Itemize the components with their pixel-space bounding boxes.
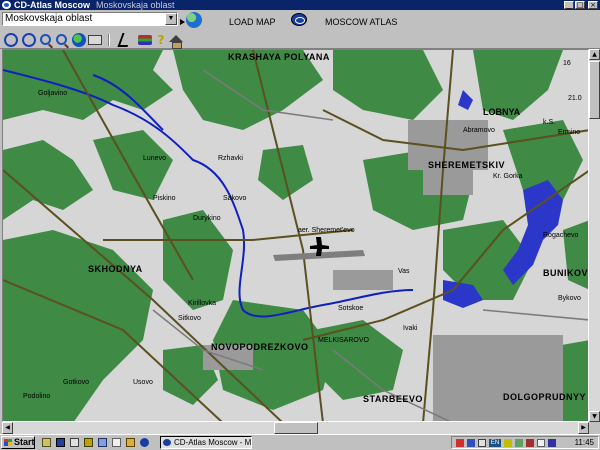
label-gotkovo: Gotkovo [63,379,89,386]
windows-flag-icon [4,439,12,446]
moscow-atlas-button[interactable]: MOSCOW ATLAS [325,17,397,27]
load-map-globe-icon[interactable] [180,12,202,28]
minimize-button[interactable]: _ [564,1,574,9]
label-starbeevo: STARBEEVO [363,394,423,404]
map-view[interactable]: KRASHAYA POLYANA LOBNYA SHEREMETSKIV SKH… [2,49,589,422]
label-rogachevo: Rogachevo [543,232,579,239]
tray-window-icon[interactable] [478,439,486,447]
layers-icon[interactable] [138,35,152,45]
label-novopodrezkovo: NOVOPODREZKOVO [211,342,309,352]
label-rzhavki: Rzhavki [218,155,243,162]
scroll-left-button[interactable]: ◀ [2,422,13,434]
label-ks: k.S. [543,119,555,126]
toolbar-separator [108,34,110,46]
label-vaskino: Vas [398,268,410,275]
moscow-atlas-logo-icon[interactable] [291,13,307,26]
label-kirilovka: Kirillovka [188,300,216,307]
toolbar: ? [0,32,600,49]
label-sitkovka: Sitkovo [178,315,201,322]
tray-printer-icon[interactable] [537,439,545,447]
label-lunevo: Lunevo [143,155,166,162]
back-icon[interactable] [4,33,18,47]
quicklaunch-atlas-icon[interactable] [140,438,149,447]
help-icon[interactable]: ? [154,33,168,47]
window-subtitle: Moskovskaja oblast [96,0,175,10]
close-button[interactable]: × [588,1,598,9]
system-tray: EN 11:45 [451,436,599,449]
label-usovo: Usovo [133,379,153,386]
taskbar-window-label: CD-Atlas Moscow - M... [174,438,252,447]
tray-utility-icon[interactable] [548,439,556,447]
label-podolino: Podolino [23,393,50,400]
measure-icon[interactable] [117,33,133,47]
quicklaunch-window-icon[interactable] [98,438,107,447]
start-label: Start [14,437,35,447]
tray-language-indicator[interactable]: EN [489,439,501,447]
label-sotskoe: Sotskoe [338,305,363,312]
label-ermino: Ermino [558,129,580,136]
label-abramovo: Abramovo [463,127,495,134]
label-bunikovo: BUNIKOVO [543,268,589,278]
horizontal-scroll-thumb[interactable] [274,422,318,434]
taskbar: Start CD-Atlas Moscow - M... EN 11:45 [0,434,600,450]
quicklaunch-folder-icon[interactable] [42,438,51,447]
globe-icon[interactable] [72,33,86,47]
map-canvas[interactable]: KRASHAYA POLYANA LOBNYA SHEREMETSKIV SKH… [3,50,589,422]
quicklaunch-save-icon[interactable] [56,438,65,447]
home-icon[interactable] [169,35,183,49]
start-button[interactable]: Start [1,436,35,449]
label-dolgoprudny: DOLGOPRUDNYY [503,392,586,402]
app-icon [2,1,11,9]
tray-antivirus-icon[interactable] [526,439,534,447]
forward-icon[interactable] [22,33,36,47]
zoom-in-icon[interactable] [40,34,51,45]
label-krasnaya-polyana: KRASHAYA POLYANA [228,52,330,62]
label-bykovo: Bykovo [558,295,581,302]
label-sakovo: Sakovo [223,195,246,202]
label-sheremetskiv: SHEREMETSKIV [428,160,505,170]
scroll-down-button[interactable]: ▼ [589,411,600,422]
horizontal-scrollbar[interactable]: ◀ ▶ [2,422,589,434]
label-goljavino: Goljavino [38,90,67,97]
window-title: CD-Atlas Moscow [14,0,91,10]
scroll-right-button[interactable]: ▶ [578,422,589,434]
tray-volume-icon[interactable] [504,439,512,447]
region-select[interactable]: Moskovskaja oblast ▼ [2,12,178,26]
clock: 11:45 [574,438,594,447]
label-kr-gora: Kr. Gorka [493,173,523,180]
region-select-value: Moskovskaja oblast [5,13,93,24]
top-row: Moskovskaja oblast ▼ LOAD MAP MOSCOW ATL… [0,10,600,32]
atlas-task-icon [163,439,171,446]
tray-network-icon[interactable] [467,439,475,447]
print-icon[interactable] [88,35,102,45]
vertical-scroll-thumb[interactable] [589,61,600,119]
taskbar-window-button[interactable]: CD-Atlas Moscow - M... [160,436,252,449]
quicklaunch-folder2-icon[interactable] [126,438,135,447]
label-melkisarovo: MELKISAROVO [318,337,370,344]
label-durykino: Durykino [193,215,221,222]
quicklaunch-app-icon[interactable] [84,438,93,447]
vertical-scrollbar[interactable]: ▲ ▼ [589,49,600,422]
label-airport: aer. Sheremet'evo [298,227,355,234]
label-ivaki: Ivaki [403,325,418,332]
quicklaunch-note-icon[interactable] [112,438,121,447]
label-km21: 21.0 [568,95,582,102]
load-map-button[interactable]: LOAD MAP [229,17,276,27]
title-bar: CD-Atlas Moscow Moskovskaja oblast _ □ × [0,0,600,10]
label-km16: 16 [563,60,571,67]
quicklaunch-document-icon[interactable] [70,438,79,447]
tray-app-icon[interactable] [456,439,464,447]
label-skhodnya: SKHODNYA [88,264,143,274]
zoom-out-icon[interactable] [56,34,67,45]
chevron-down-icon[interactable]: ▼ [165,13,177,25]
tray-monitor-icon[interactable] [515,439,523,447]
maximize-button[interactable]: □ [575,1,585,9]
label-lobnya: LOBNYA [483,107,521,117]
label-piskino: Piskino [153,195,176,202]
scroll-corner [589,422,600,434]
scroll-up-button[interactable]: ▲ [589,49,600,60]
